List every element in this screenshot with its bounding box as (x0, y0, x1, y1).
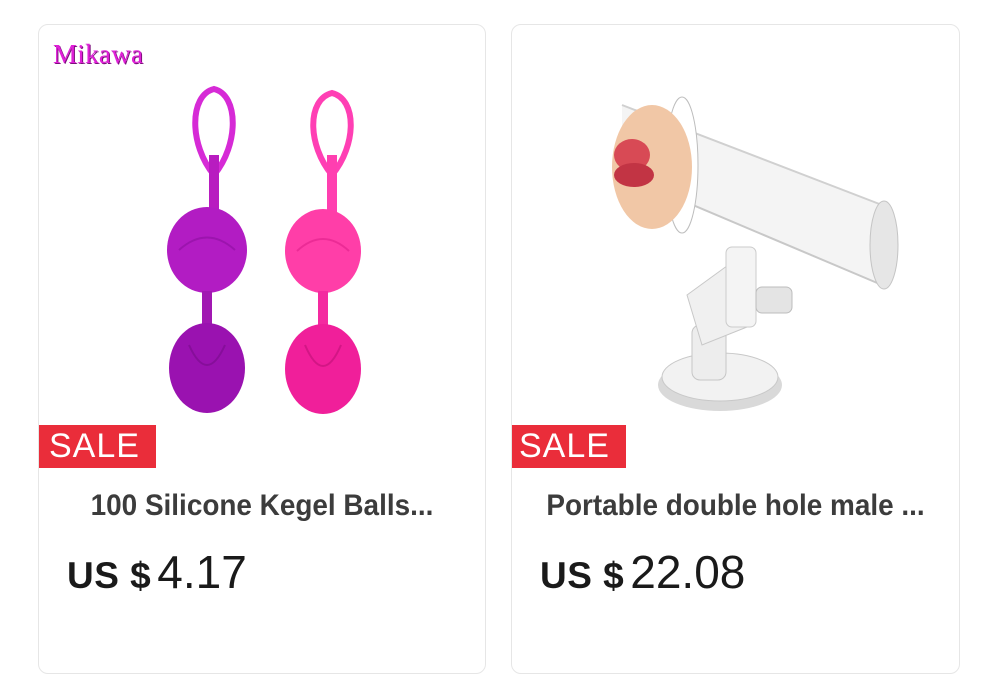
price: US $22.08 (540, 545, 745, 599)
price-currency: US $ (67, 555, 152, 596)
sale-badge: SALE (39, 425, 156, 468)
product-image[interactable]: Mikawa (39, 25, 485, 425)
product-title[interactable]: 100 Silicone Kegel Balls... (55, 489, 470, 523)
product-card[interactable]: Mikawa SALE 100 Silicone Kegel Balls... … (38, 24, 486, 674)
sale-badge: SALE (512, 425, 626, 468)
price: US $4.17 (67, 545, 247, 599)
price-amount: 4.17 (157, 546, 247, 598)
price-currency: US $ (540, 555, 625, 596)
product-title[interactable]: Portable double hole male ... (528, 489, 944, 523)
product-image[interactable] (512, 25, 959, 425)
product-card[interactable]: SALE Portable double hole male ... US $2… (511, 24, 960, 674)
suction-mount-cup-product-image (612, 96, 899, 411)
kegel-balls-product-image (167, 85, 361, 414)
brand-logo: Mikawa (53, 39, 144, 69)
price-amount: 22.08 (630, 546, 746, 598)
